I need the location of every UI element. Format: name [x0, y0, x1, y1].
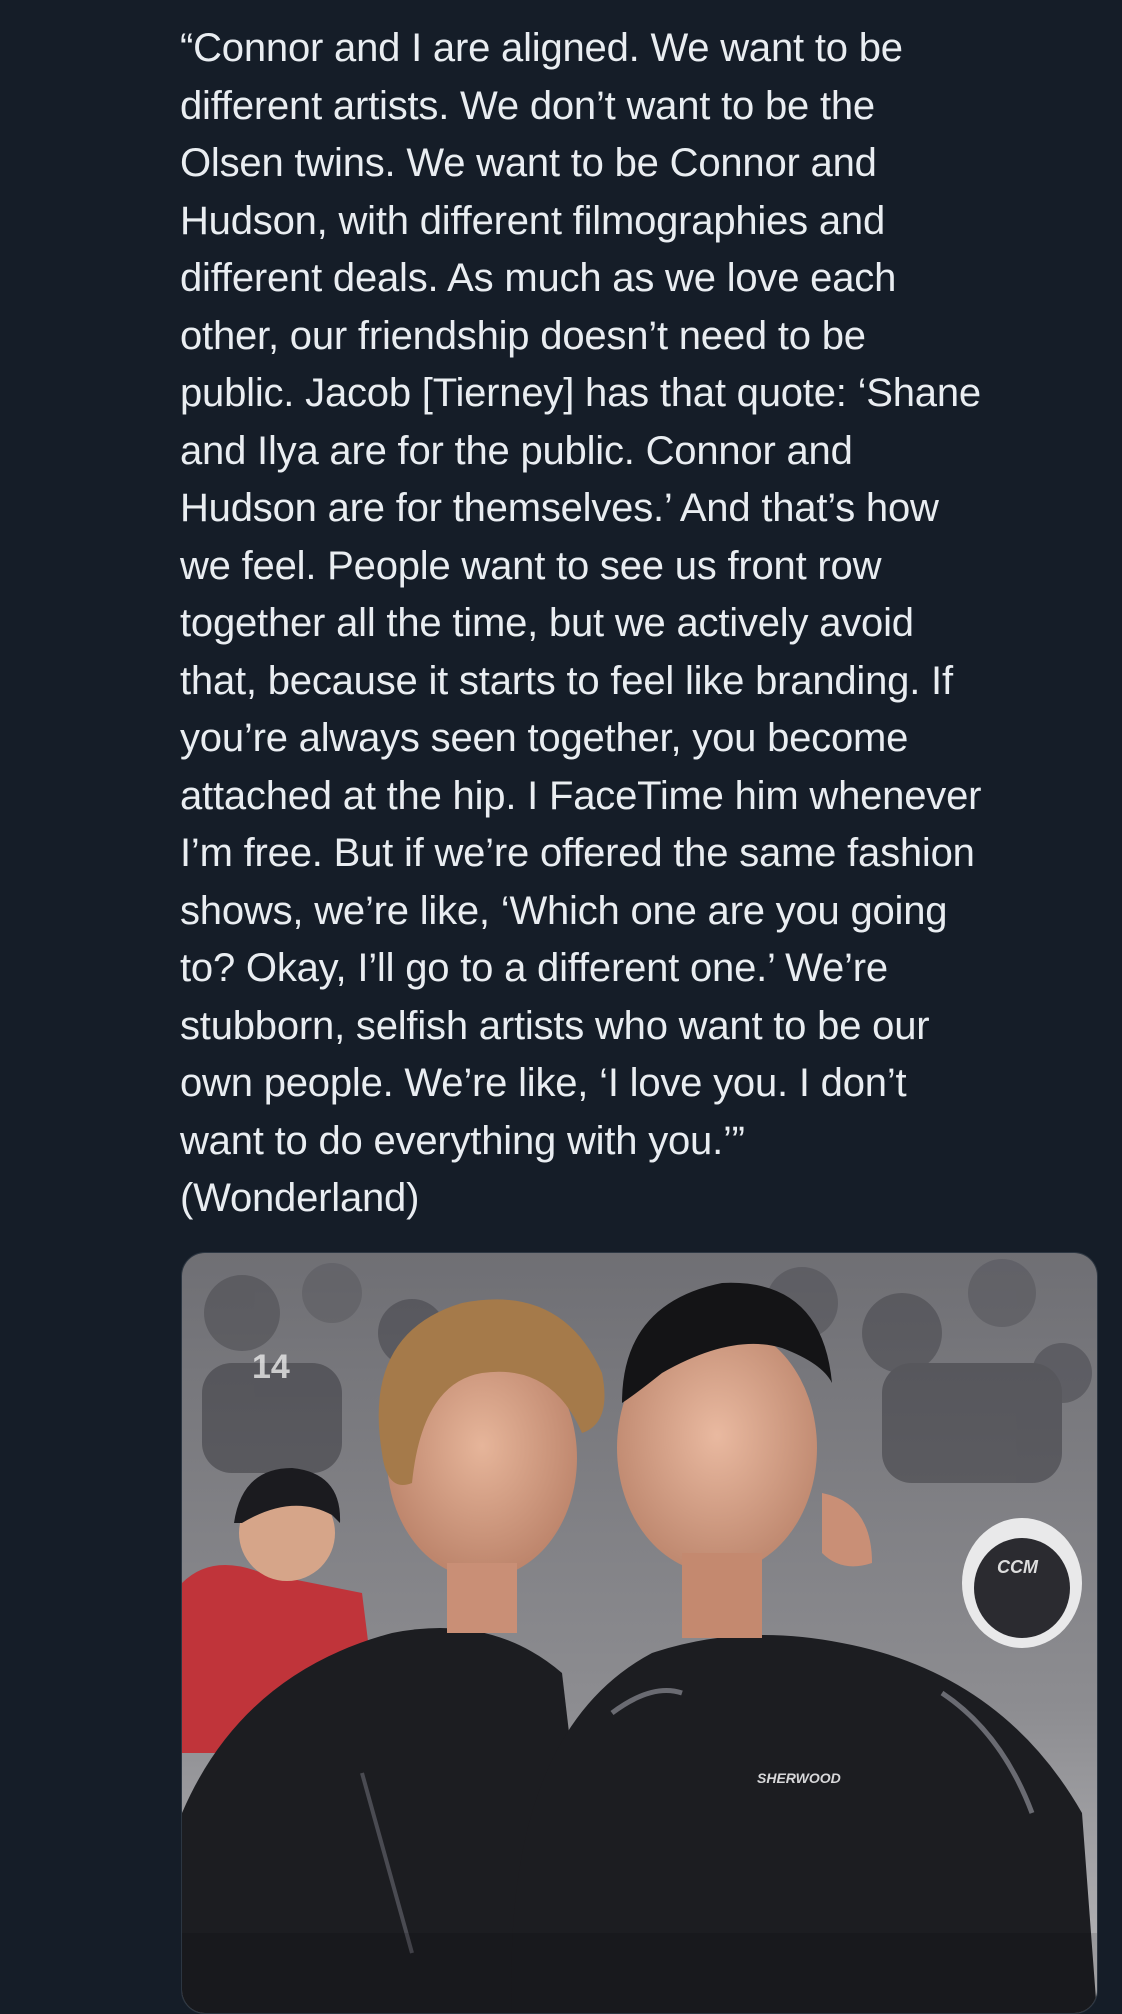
goalie-helmet: CCM	[962, 1518, 1082, 1648]
tweet-text: “Connor and I are aligned. We want to be…	[180, 26, 982, 1220]
jersey-number: 14	[252, 1348, 290, 1386]
tweet-photo[interactable]: 14 CCM SHERWOOD	[181, 1252, 1098, 2014]
photo-illustration: 14 CCM SHERWOOD	[182, 1253, 1097, 2013]
tweet: “Connor and I are aligned. We want to be…	[0, 0, 1122, 2014]
helmet-logo: CCM	[997, 1557, 1039, 1577]
shirt-logo: SHERWOOD	[757, 1770, 841, 1786]
